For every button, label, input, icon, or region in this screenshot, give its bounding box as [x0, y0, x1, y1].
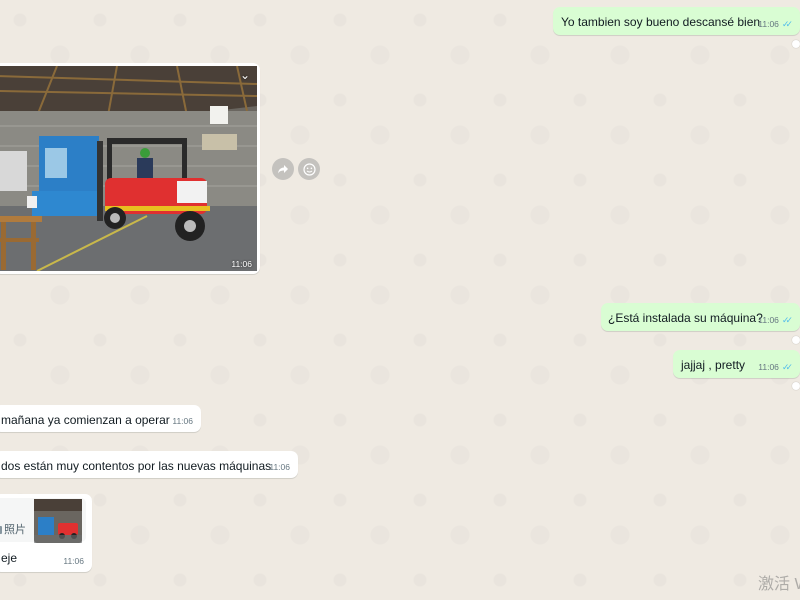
message-text: ¿Está instalada su máquina?: [608, 311, 763, 325]
message-outgoing[interactable]: jajjaj , pretty 11:06 ✓✓: [673, 350, 800, 378]
activation-watermark: 激活 W: [758, 576, 800, 593]
message-meta: 11:06: [172, 413, 193, 429]
message-outgoing[interactable]: Yo tambien soy bueno descansé bien 11:06…: [553, 7, 800, 35]
forklift-photo: [0, 66, 257, 271]
message-time: 11:06: [758, 19, 779, 29]
shared-photo-card[interactable]: ⁞ 照片: [0, 498, 86, 543]
double-check-icon: ✓✓: [781, 19, 793, 29]
message-text: jajjaj , pretty: [681, 358, 746, 372]
message-incoming[interactable]: dos están muy contentos por las nuevas m…: [0, 451, 298, 478]
message-incoming[interactable]: mañana ya comienzan a operar 11:06: [0, 405, 201, 432]
message-meta: 11:06: [269, 459, 290, 475]
smiley-icon[interactable]: [298, 158, 320, 180]
message-meta: 11:06 ✓✓: [758, 16, 793, 32]
reaction-placeholder: [792, 336, 800, 344]
message-text: mañana ya comienzan a operar: [1, 413, 170, 427]
double-check-icon: ✓✓: [781, 315, 793, 325]
double-check-icon: ✓✓: [781, 362, 793, 372]
shared-photo-thumbnail: [34, 499, 82, 543]
message-time: 11:06: [758, 362, 779, 372]
message-incoming-shared-photo[interactable]: ⁞ 照片 eje 11:06: [0, 494, 92, 572]
message-text: eje: [1, 551, 18, 565]
message-time: 11:06: [758, 315, 779, 325]
message-time: 11:06: [172, 416, 193, 426]
message-text: dos están muy contentos por las nuevas m…: [1, 459, 272, 473]
message-time: 11:06: [63, 556, 84, 566]
reaction-placeholder: [792, 382, 800, 390]
message-outgoing[interactable]: ¿Está instalada su máquina? 11:06 ✓✓: [601, 303, 800, 331]
message-meta: 11:06 ✓✓: [758, 359, 793, 375]
message-meta: 11:06: [63, 553, 84, 569]
message-time: 11:06: [231, 259, 252, 269]
forward-arrow-icon[interactable]: [272, 158, 294, 180]
message-text: Yo tambien soy bueno descansé bien: [561, 15, 761, 29]
message-time: 11:06: [269, 462, 290, 472]
message-meta: 11:06 ✓✓: [758, 312, 793, 328]
chevron-down-icon[interactable]: ⌄: [240, 68, 250, 82]
photo-icon: [0, 526, 2, 534]
shared-photo-label: 照片: [0, 522, 26, 538]
message-image[interactable]: ⌄ 11:06: [0, 63, 260, 274]
reaction-placeholder: [792, 40, 800, 48]
